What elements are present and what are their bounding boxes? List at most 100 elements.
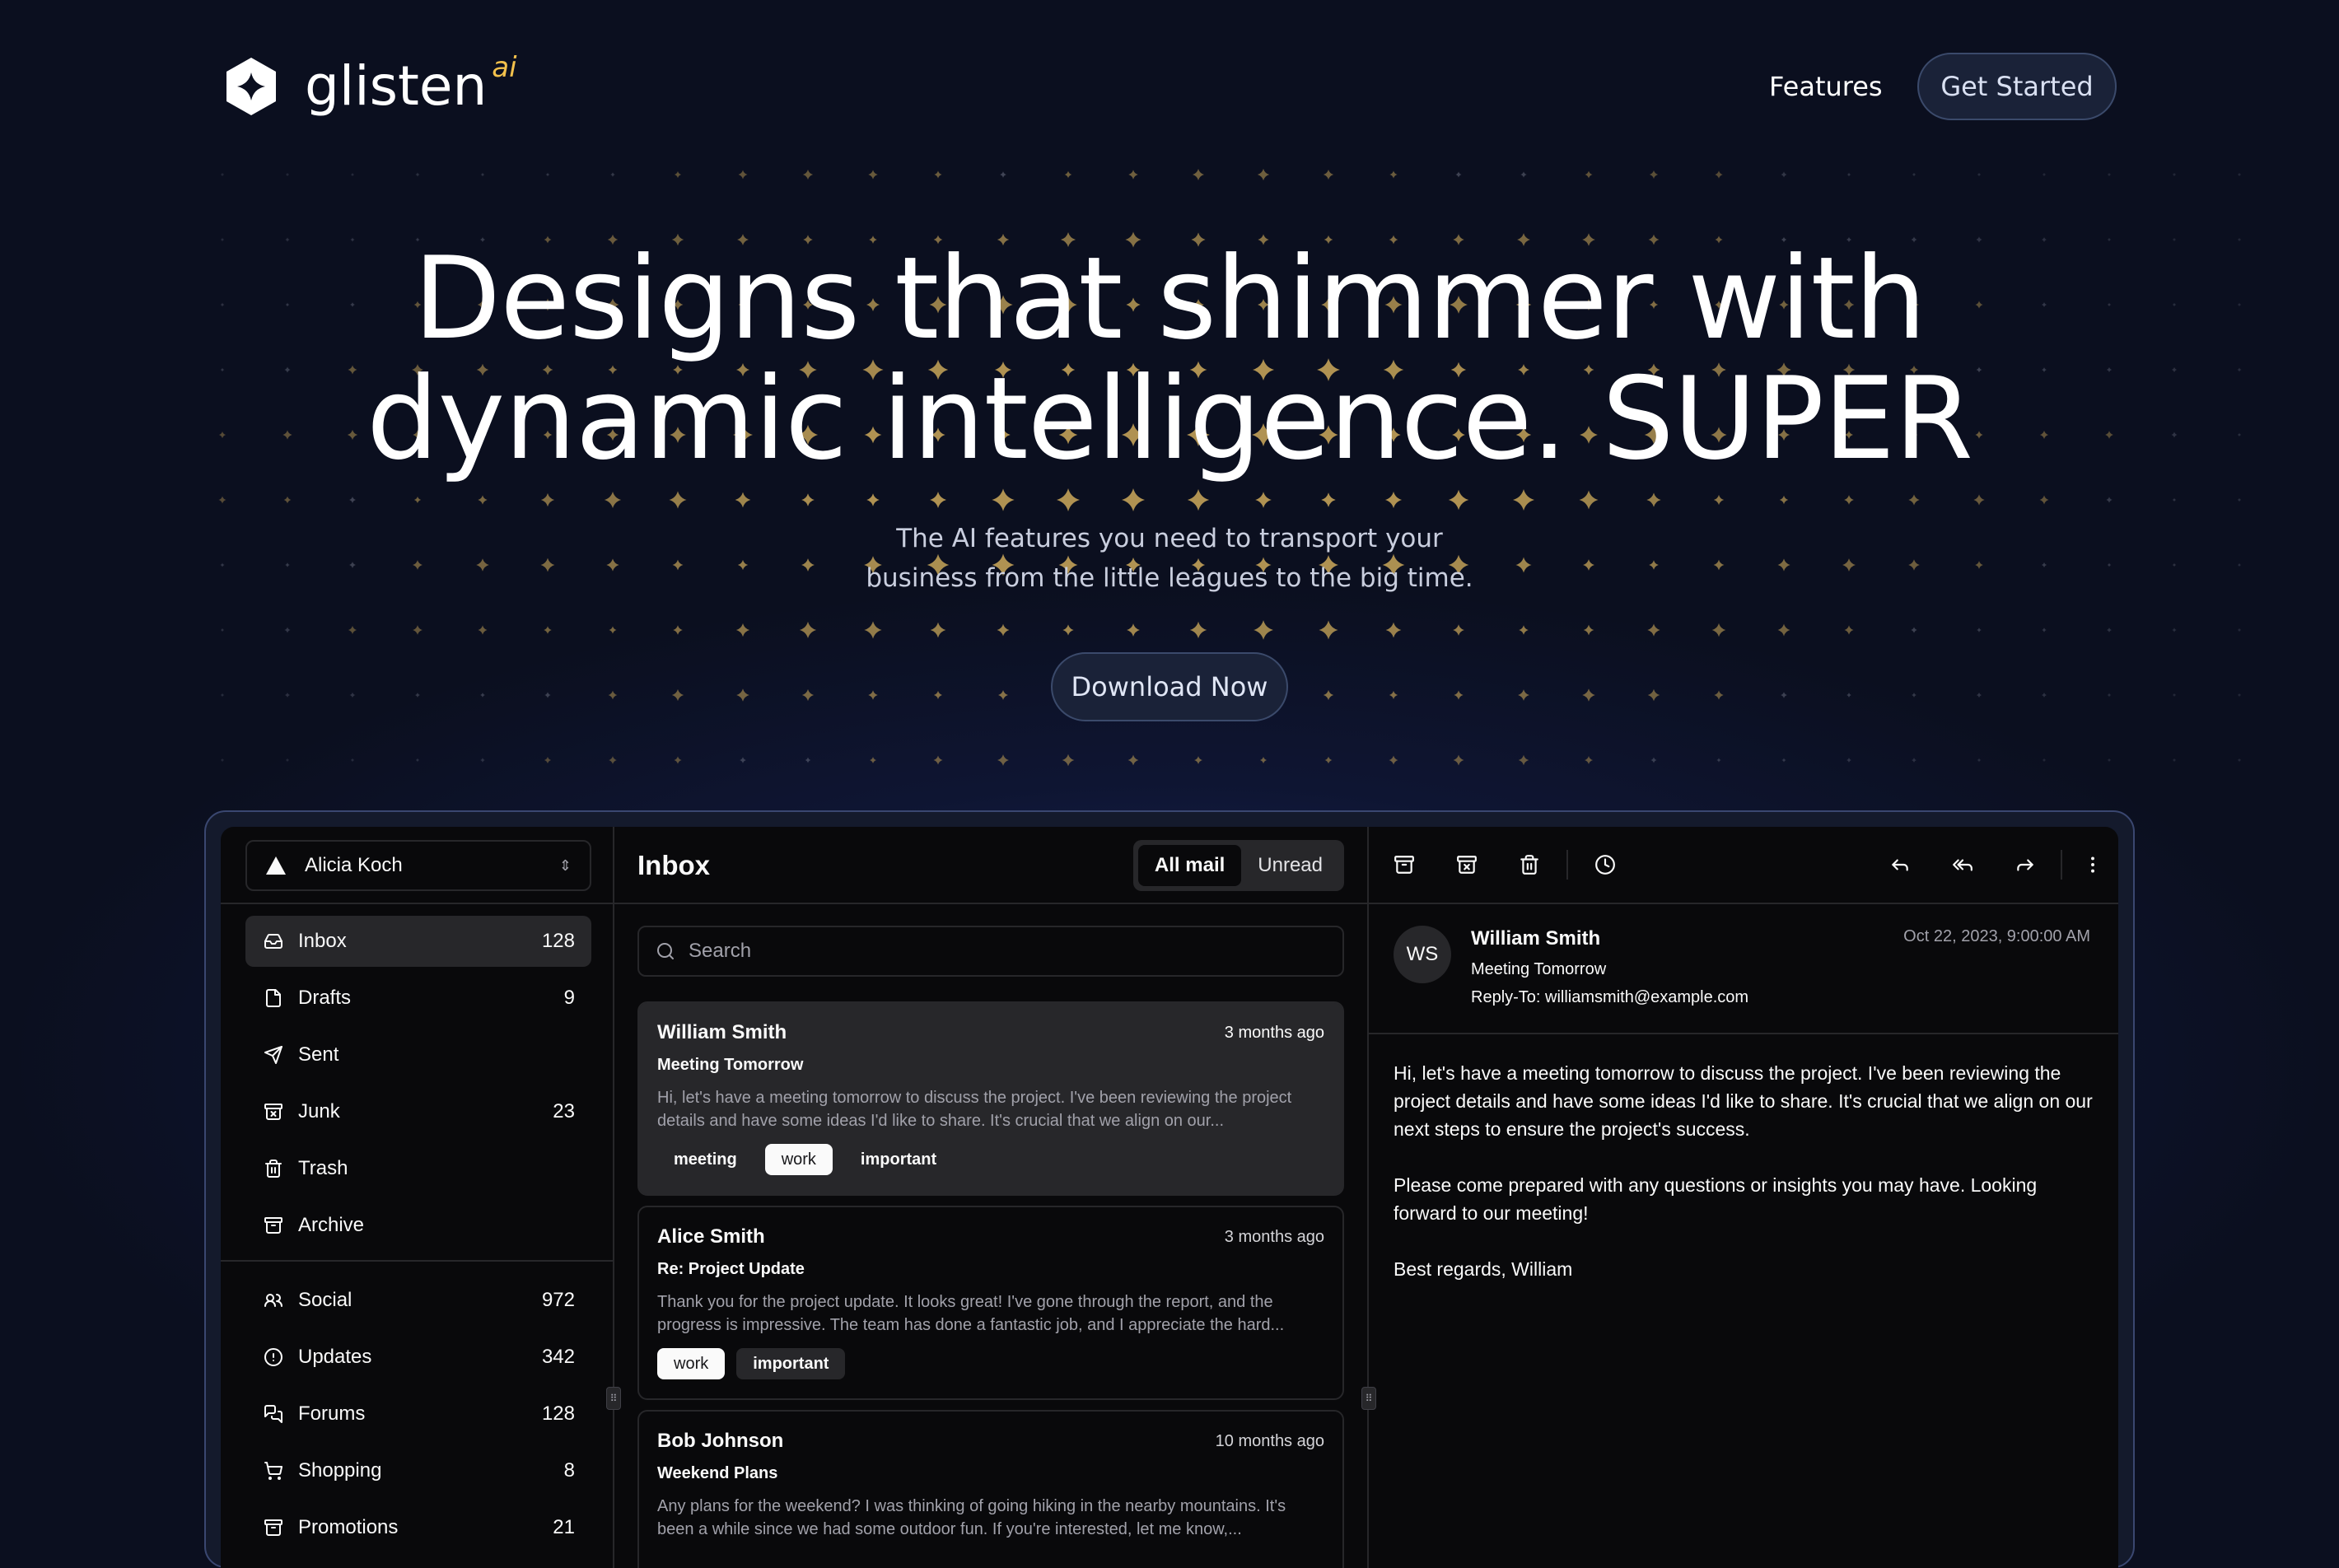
sparkle-icon: [220, 693, 225, 698]
download-now-button[interactable]: Download Now: [1051, 652, 1288, 721]
sparkle-icon: [284, 692, 291, 698]
mail-sender: Alice Smith: [657, 1225, 765, 1248]
sidebar-item-updates[interactable]: Updates 342: [245, 1332, 591, 1383]
tag-badge[interactable]: work: [764, 1144, 833, 1175]
tag-badge[interactable]: important: [844, 1144, 953, 1175]
sparkle-icon: [1844, 495, 1854, 505]
forward-icon[interactable]: [2013, 852, 2038, 877]
sidebar-item-promotions[interactable]: Promotions 21: [245, 1502, 591, 1553]
toolbar-divider: [2061, 850, 2062, 880]
sparkle-icon: [1259, 756, 1268, 764]
sparkle-icon: [992, 488, 1015, 511]
sparkle-icon: [2172, 172, 2177, 177]
chevrons-up-down-icon: ⇕: [558, 856, 572, 874]
sparkle-icon: [673, 625, 683, 635]
mail-app: Alicia Koch ⇕ Inbox 128 Drafts 9 Sent Ju…: [221, 827, 2118, 1568]
sparkle-icon: [1647, 688, 1660, 702]
get-started-button[interactable]: Get Started: [1917, 53, 2117, 120]
sparkle-icon: [2107, 758, 2112, 763]
hero-subtitle-line2: business from the little leagues to the …: [866, 563, 1473, 593]
message-signature: Best regards, William: [1394, 1258, 1573, 1280]
sidebar-item-shopping[interactable]: Shopping 8: [245, 1445, 591, 1496]
message-body: Hi, let's have a meeting tomorrow to dis…: [1394, 1059, 2094, 1311]
sparkle-icon: [544, 626, 552, 634]
reply-all-icon[interactable]: [1950, 852, 1975, 877]
sparkle-icon: [799, 621, 817, 639]
sidebar-item-drafts[interactable]: Drafts 9: [245, 973, 591, 1024]
sparkle-icon: [1846, 757, 1852, 763]
sparkle-icon: [1977, 172, 1982, 177]
sparkle-icon: [1187, 488, 1210, 511]
mail-preview: Hi, let's have a meeting tomorrow to dis…: [657, 1089, 1292, 1130]
sparkle-icon: [1583, 624, 1594, 636]
tag-badge[interactable]: work: [657, 1348, 726, 1379]
archive-x-icon[interactable]: [1454, 852, 1479, 877]
sparkle-icon: [415, 758, 420, 763]
clock-icon[interactable]: [1593, 852, 1618, 877]
search-input[interactable]: Search: [637, 926, 1344, 977]
trash-icon[interactable]: [1517, 852, 1542, 877]
message-date: Oct 22, 2023, 9:00:00 AM: [1903, 927, 2090, 945]
mail-time: 3 months ago: [1224, 1227, 1324, 1246]
sparkle-icon: [1062, 754, 1075, 767]
mail-list-panel: Inbox All mail Unread Search William Smi…: [614, 827, 1369, 1568]
sparkle-icon: [2237, 628, 2242, 632]
sparkle-icon: [1977, 628, 1982, 632]
tag-badge[interactable]: important: [736, 1348, 846, 1379]
brand-suffix: ai: [492, 51, 517, 84]
sparkle-icon: [674, 756, 682, 764]
sidebar-item-count: 972: [541, 1289, 575, 1311]
sidebar-item-label: Inbox: [298, 930, 347, 952]
sparkle-icon: [610, 172, 615, 177]
sparkle-icon: [415, 172, 420, 177]
more-vertical-icon[interactable]: [2080, 852, 2105, 877]
account-switcher[interactable]: Alicia Koch ⇕: [245, 840, 591, 891]
sparkle-icon: [1257, 168, 1270, 181]
sidebar-item-junk[interactable]: Junk 23: [245, 1086, 591, 1137]
message-panel: WS William Smith Meeting Tomorrow Reply-…: [1369, 827, 2118, 1568]
mail-list-item[interactable]: Bob Johnson 10 months ago Weekend Plans …: [637, 1410, 1344, 1568]
sidebar-item-archive[interactable]: Archive: [245, 1200, 591, 1251]
mail-subject: Re: Project Update: [657, 1260, 805, 1278]
sidebar-item-label: Junk: [298, 1100, 340, 1122]
sidebar-item-inbox[interactable]: Inbox 128: [245, 916, 591, 967]
sparkle-icon: [1057, 488, 1080, 511]
sparkle-icon: [478, 625, 488, 635]
sparkle-icon: [2039, 495, 2049, 505]
logo[interactable]: glisten ai: [221, 51, 517, 118]
brand-name: glisten: [305, 54, 488, 118]
sparkle-icon: [1649, 170, 1659, 180]
sparkle-icon: [801, 688, 815, 702]
sparkle-icon: [1912, 172, 1916, 177]
sparkle-icon: [864, 621, 882, 639]
mail-subject: Weekend Plans: [657, 1464, 778, 1482]
sparkle-icon: [1319, 620, 1338, 640]
sparkle-icon: [930, 622, 946, 638]
archive-icon[interactable]: [1392, 852, 1417, 877]
message-paragraph: Hi, let's have a meeting tomorrow to dis…: [1394, 1062, 2093, 1140]
sparkle-icon: [1977, 758, 1982, 763]
sparkle-icon: [1585, 170, 1593, 179]
sidebar-item-trash[interactable]: Trash: [245, 1143, 591, 1194]
trash-icon: [262, 1157, 285, 1180]
tag-badge[interactable]: meeting: [657, 1144, 754, 1175]
reply-icon[interactable]: [1888, 852, 1912, 877]
sparkle-icon: [283, 496, 292, 504]
tab-unread[interactable]: Unread: [1241, 845, 1339, 886]
sidebar-item-social[interactable]: Social 972: [245, 1275, 591, 1326]
sparkle-icon: [1127, 623, 1140, 637]
sparkle-icon: [1448, 489, 1469, 511]
sidebar-item-sent[interactable]: Sent: [245, 1029, 591, 1080]
sparkle-icon: [2042, 628, 2047, 632]
mail-list-item[interactable]: William Smith 3 months ago Meeting Tomor…: [637, 1001, 1344, 1196]
mail-list-item[interactable]: Alice Smith 3 months ago Re: Project Upd…: [637, 1206, 1344, 1400]
tab-all-mail[interactable]: All mail: [1137, 845, 1242, 886]
sparkle-icon: [478, 495, 488, 505]
sparkle-icon: [1973, 494, 1985, 506]
sparkle-icon: [1389, 170, 1398, 179]
sparkle-icon: [2107, 693, 2112, 698]
sidebar-item-forums[interactable]: Forums 128: [245, 1388, 591, 1440]
nav-link-features[interactable]: Features: [1769, 71, 1883, 102]
sidebar-item-label: Archive: [298, 1214, 365, 1236]
sparkle-icon: [1389, 690, 1398, 700]
